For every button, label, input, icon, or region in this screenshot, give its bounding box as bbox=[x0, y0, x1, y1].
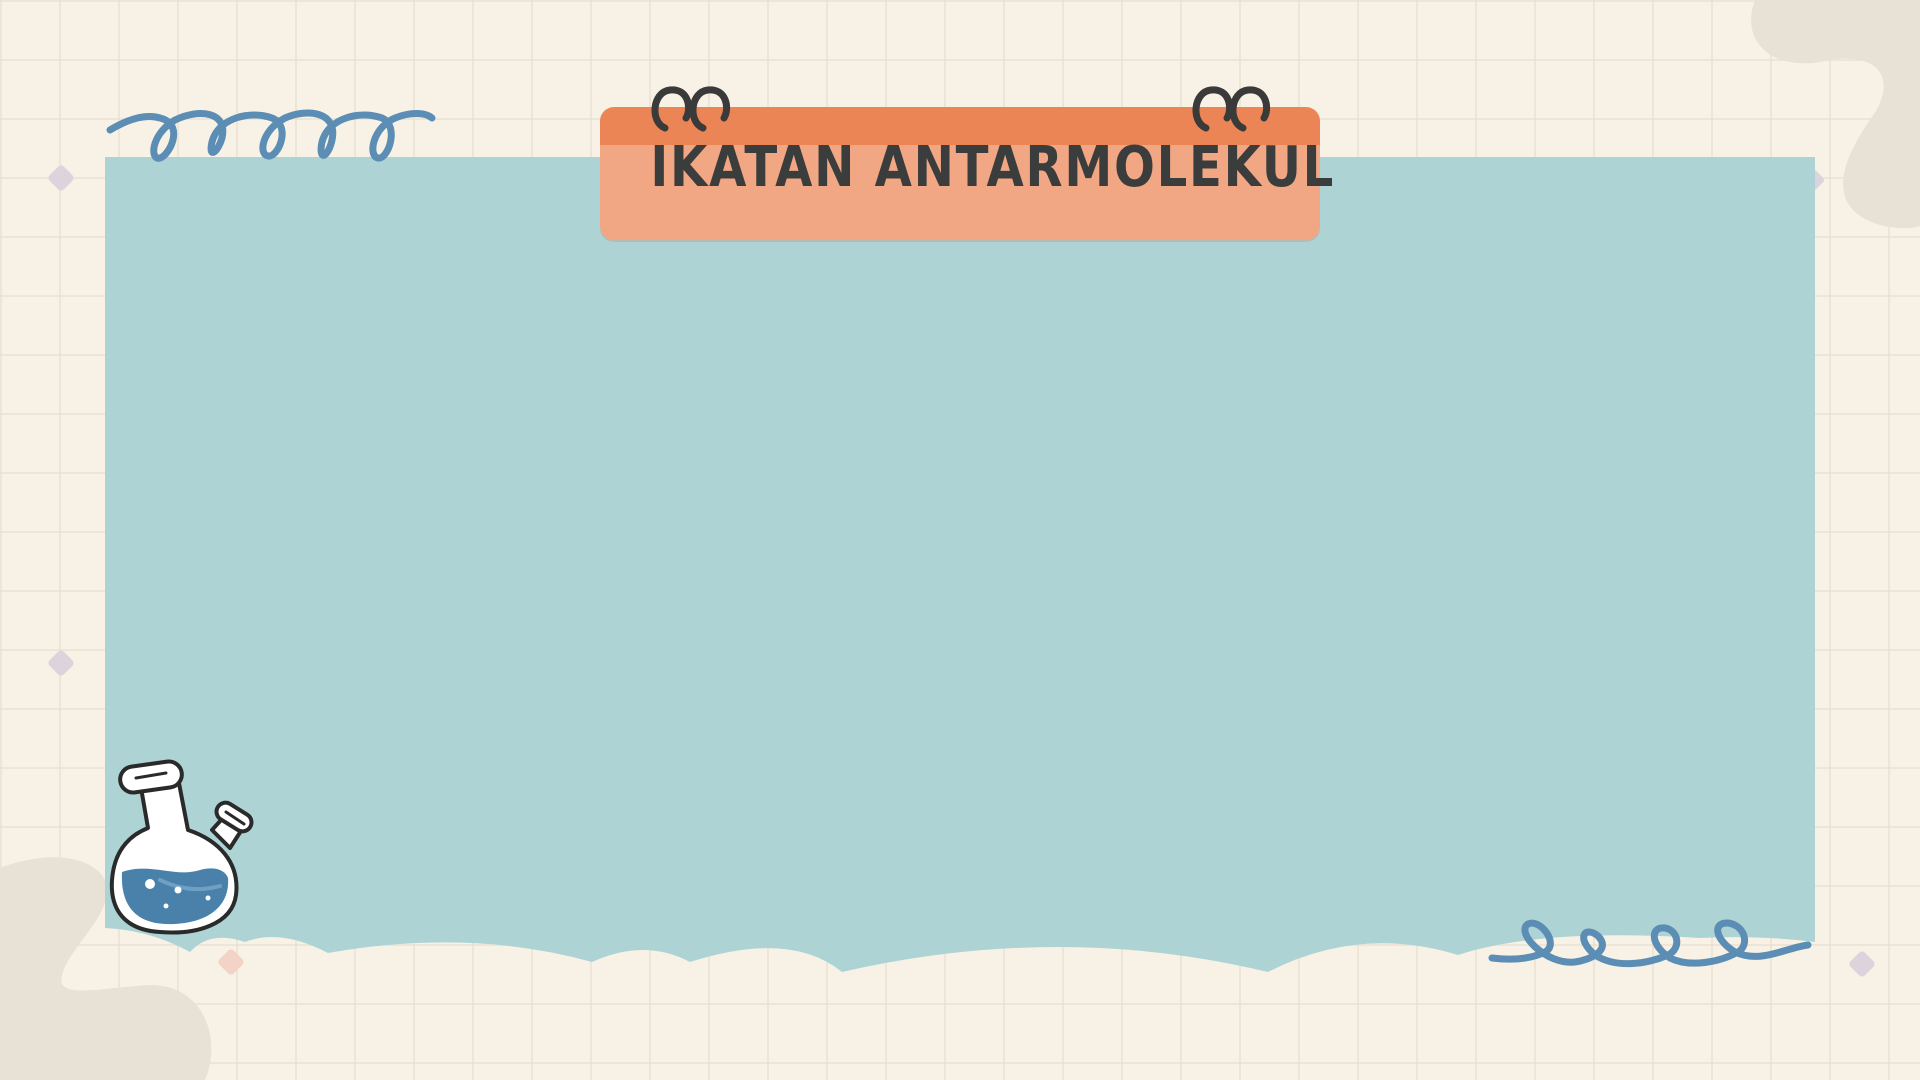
flask-illustration bbox=[109, 759, 254, 935]
flask-icon bbox=[109, 759, 254, 935]
